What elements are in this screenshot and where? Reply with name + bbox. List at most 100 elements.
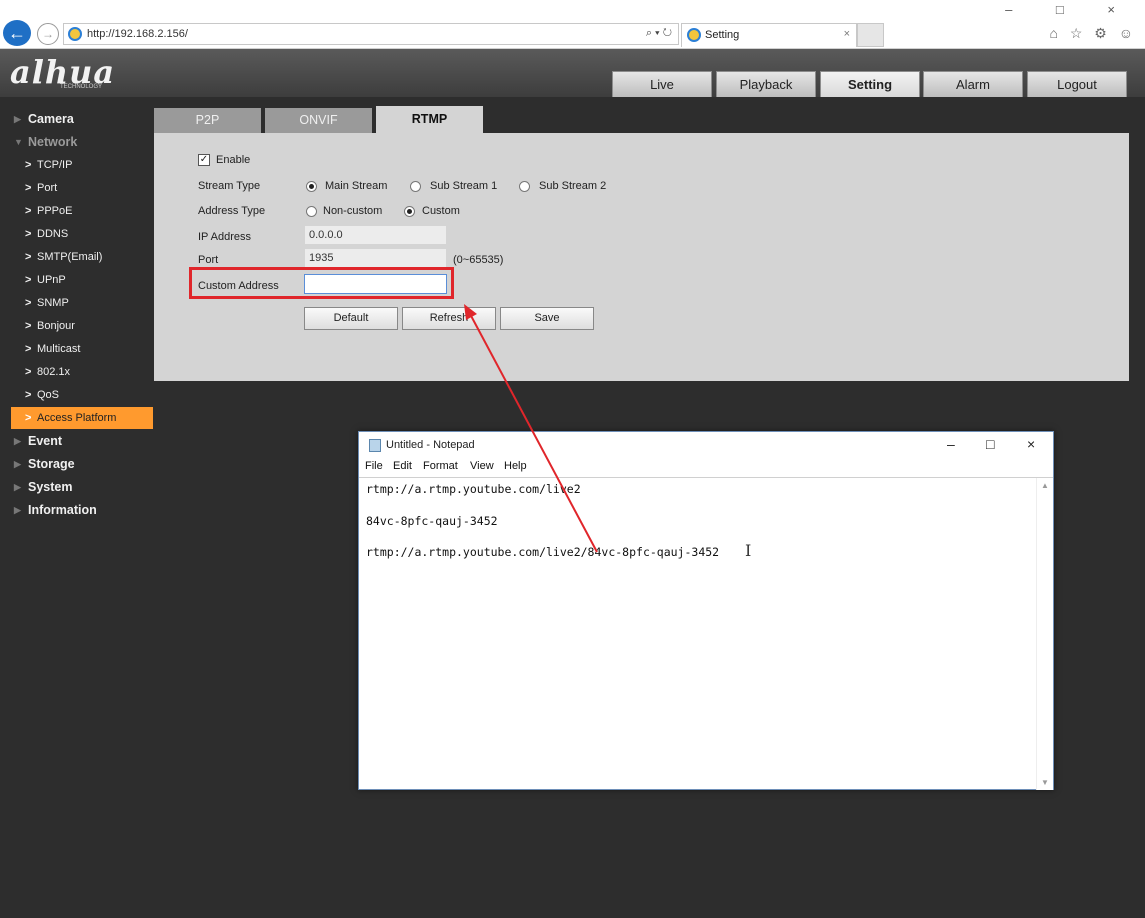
notepad-menubar: File Edit Format View Help: [359, 458, 1053, 476]
chevron-right-icon: >: [25, 205, 32, 217]
sidebar-item-event[interactable]: ▶ Event: [0, 430, 153, 452]
enable-label: Enable: [216, 154, 251, 166]
enable-checkbox[interactable]: ✓: [198, 154, 210, 167]
port-field[interactable]: 1935: [305, 249, 446, 267]
ip-address-field[interactable]: 0.0.0.0: [305, 226, 446, 244]
sidebar-item-pppoe[interactable]: > PPPoE: [0, 200, 153, 222]
chevron-right-icon: >: [25, 182, 32, 194]
notepad-titlebar[interactable]: Untitled - Notepad – □ ×: [359, 432, 1053, 458]
radio-sub-stream-2[interactable]: [519, 181, 530, 192]
sidebar-item-label: PPPoE: [37, 205, 73, 217]
browser-toolbar: ← → http://192.168.2.156/ ⌕ ▾ ↻ Setting …: [0, 0, 1145, 49]
menu-help[interactable]: Help: [504, 460, 527, 472]
menu-view[interactable]: View: [470, 460, 494, 472]
chevron-right-icon: >: [25, 320, 32, 332]
sidebar-item-label: Information: [28, 503, 97, 517]
sidebar-item-access-platform[interactable]: > Access Platform: [11, 407, 153, 429]
sidebar-item-label: Storage: [28, 457, 75, 471]
sub-stream-2-label: Sub Stream 2: [539, 180, 607, 192]
caret-right-icon: ▶: [14, 505, 21, 515]
sidebar-item-port[interactable]: > Port: [0, 177, 153, 199]
tab-rtmp[interactable]: RTMP: [376, 106, 483, 136]
close-icon[interactable]: ×: [1027, 436, 1035, 452]
radio-main-stream[interactable]: [306, 181, 317, 192]
back-arrow-icon[interactable]: ←: [3, 20, 31, 46]
chevron-right-icon: >: [25, 228, 32, 240]
sidebar-item-label: System: [28, 480, 73, 494]
maximize-icon[interactable]: □: [986, 436, 994, 452]
highlight-box: [189, 267, 454, 299]
chevron-right-icon: >: [25, 297, 32, 309]
sidebar-item-8021x[interactable]: >802.1x: [0, 361, 153, 383]
tab-alarm[interactable]: Alarm: [923, 71, 1023, 97]
sidebar-item-label: DDNS: [37, 228, 69, 240]
chevron-right-icon: >: [25, 159, 32, 171]
browser-tab[interactable]: Setting ×: [681, 23, 857, 47]
logo-subtitle: TECHNOLOGY: [60, 84, 103, 90]
ie-logo-icon: [687, 28, 701, 42]
menu-format[interactable]: Format: [423, 460, 458, 472]
tab-p2p[interactable]: P2P: [154, 108, 261, 133]
sidebar-item-smtp[interactable]: > SMTP(Email): [0, 246, 153, 268]
chevron-right-icon: >: [25, 251, 32, 263]
scroll-down-icon[interactable]: ▼: [1041, 778, 1049, 787]
menu-file[interactable]: File: [365, 460, 383, 472]
forward-arrow-icon[interactable]: →: [37, 23, 59, 45]
text-line: rtmp://a.rtmp.youtube.com/live2: [366, 482, 581, 496]
close-icon[interactable]: ×: [844, 28, 850, 40]
sidebar-item-qos[interactable]: > QoS: [0, 384, 153, 406]
minimize-icon[interactable]: –: [947, 436, 955, 452]
address-bar[interactable]: http://192.168.2.156/ ⌕ ▾ ↻: [63, 23, 679, 45]
port-range-hint: (0~65535): [453, 254, 504, 266]
notepad-icon: [369, 439, 381, 452]
sidebar-item-snmp[interactable]: > SNMP: [0, 292, 153, 314]
sidebar-item-label: Bonjour: [37, 320, 75, 332]
sidebar: ▶ Camera ▼ Network > TCP/IP > Port > PPPoE > D…: [0, 97, 153, 918]
sidebar-item-upnp[interactable]: > UPnP: [0, 269, 153, 291]
new-tab-button[interactable]: [857, 23, 884, 47]
sidebar-item-information[interactable]: ▶ Information: [0, 499, 153, 521]
search-refresh-icon[interactable]: ⌕ ▾ ↻: [646, 27, 672, 40]
caret-down-icon: ▼: [14, 137, 23, 147]
caret-right-icon: ▶: [14, 459, 21, 469]
sidebar-item-camera[interactable]: ▶ Camera: [0, 108, 153, 130]
url-text[interactable]: http://192.168.2.156/: [87, 28, 188, 40]
menu-edit[interactable]: Edit: [393, 460, 412, 472]
sidebar-item-storage[interactable]: ▶ Storage: [0, 453, 153, 475]
tab-playback[interactable]: Playback: [716, 71, 816, 97]
sidebar-item-label: Network: [28, 135, 78, 149]
sidebar-item-network[interactable]: ▼ Network: [0, 131, 153, 153]
refresh-button[interactable]: Refresh: [402, 307, 496, 330]
sidebar-item-label: 802.1x: [37, 366, 71, 378]
sidebar-item-tcpip[interactable]: > TCP/IP: [0, 154, 153, 176]
home-favorites-settings-icons[interactable]: ⌂ ☆ ⚙ ☺: [1049, 25, 1137, 42]
caret-right-icon: ▶: [14, 436, 21, 446]
default-button[interactable]: Default: [304, 307, 398, 330]
sidebar-item-label: QoS: [37, 389, 60, 401]
sidebar-item-label: SNMP: [37, 297, 69, 309]
caret-right-icon: ▶: [14, 114, 21, 124]
sidebar-item-ddns[interactable]: > DDNS: [0, 223, 153, 245]
non-custom-label: Non-custom: [323, 205, 383, 217]
notepad-text-area[interactable]: rtmp://a.rtmp.youtube.com/live2 84vc-8pf…: [359, 477, 1053, 790]
tab-logout[interactable]: Logout: [1027, 71, 1127, 97]
tab-setting[interactable]: Setting: [820, 71, 920, 97]
scroll-up-icon[interactable]: ▲: [1041, 481, 1049, 490]
radio-sub-stream-1[interactable]: [410, 181, 421, 192]
sidebar-item-label: TCP/IP: [37, 159, 73, 171]
save-button[interactable]: Save: [500, 307, 594, 330]
port-label: Port: [198, 254, 219, 266]
sidebar-item-multicast[interactable]: > Multicast: [0, 338, 153, 360]
tab-onvif[interactable]: ONVIF: [265, 108, 372, 133]
sidebar-item-bonjour[interactable]: > Bonjour: [0, 315, 153, 337]
sidebar-item-system[interactable]: ▶ System: [0, 476, 153, 498]
sidebar-item-label: Access Platform: [37, 412, 117, 424]
radio-custom[interactable]: [404, 206, 415, 217]
window-controls[interactable]: – □ ×: [1005, 2, 1135, 17]
sidebar-item-label: Port: [37, 182, 58, 194]
vertical-scrollbar[interactable]: ▲ ▼: [1036, 478, 1053, 790]
chevron-right-icon: >: [25, 412, 32, 424]
tab-live[interactable]: Live: [612, 71, 712, 97]
custom-label: Custom: [422, 205, 460, 217]
radio-non-custom[interactable]: [306, 206, 317, 217]
